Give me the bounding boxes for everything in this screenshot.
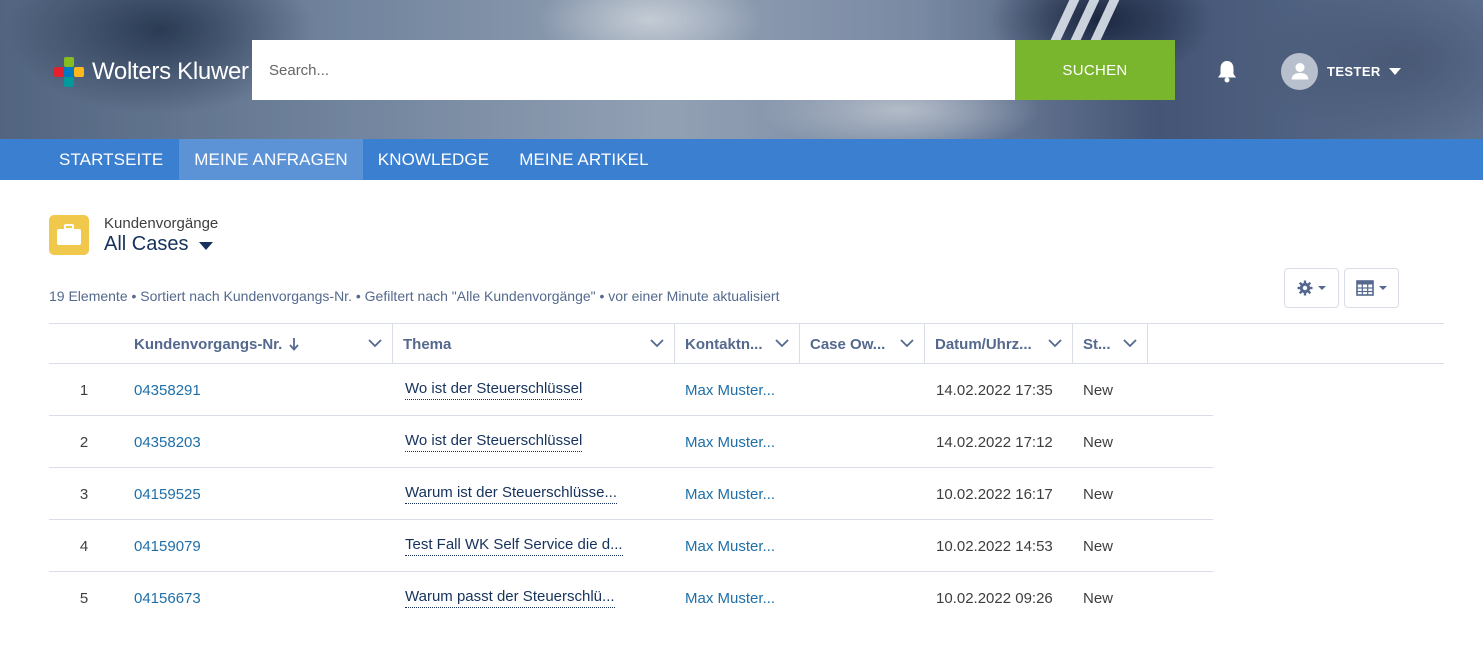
table-header: Kundenvorgangs-Nr. Thema Kontaktn... Cas… (49, 323, 1444, 364)
brand-name: Wolters Kluwer (92, 58, 249, 85)
case-number-link[interactable]: 04358291 (134, 364, 201, 416)
cases-table: Kundenvorgangs-Nr. Thema Kontaktn... Cas… (49, 323, 1444, 624)
caret-down-icon (1379, 286, 1387, 290)
row-number: 4 (79, 537, 89, 555)
column-header-case-number[interactable]: Kundenvorgangs-Nr. (125, 324, 393, 364)
nav-item-startseite[interactable]: STARTSEITE (0, 139, 179, 180)
briefcase-icon (49, 215, 89, 255)
table-row: 4 04159079 Test Fall WK Self Service die… (49, 520, 1213, 572)
contact-link[interactable]: Max Muster... (685, 364, 775, 416)
user-name: TESTER (1327, 63, 1381, 79)
contact-link[interactable]: Max Muster... (685, 468, 775, 520)
list-view-selector[interactable]: All Cases (104, 233, 214, 256)
main-navigation: STARTSEITE MEINE ANFRAGEN KNOWLEDGE MEIN… (0, 139, 1483, 180)
column-header-subject[interactable]: Thema (393, 324, 675, 364)
column-label: Thema (403, 335, 452, 353)
column-header-status[interactable]: St... (1073, 324, 1148, 364)
row-number: 1 (79, 381, 89, 399)
case-number-link[interactable]: 04159525 (134, 468, 201, 520)
subject-text: Test Fall WK Self Service die d... (405, 536, 623, 556)
date-cell: 10.02.2022 09:26 (936, 589, 1053, 607)
user-menu[interactable]: TESTER (1281, 52, 1401, 90)
table-row: 3 04159525 Warum ist der Steuerschlüsse.… (49, 468, 1213, 520)
bell-icon[interactable] (1213, 57, 1241, 85)
table-icon (1356, 280, 1374, 296)
arrow-down-icon (289, 338, 300, 351)
date-cell: 14.02.2022 17:12 (936, 433, 1053, 451)
logo-mark-icon (54, 57, 84, 87)
status-cell: New (1083, 433, 1114, 451)
brand-logo[interactable]: Wolters Kluwer (54, 56, 249, 88)
display-as-button[interactable] (1344, 268, 1399, 308)
chevron-down-icon[interactable] (1123, 338, 1137, 348)
status-cell: New (1083, 381, 1114, 399)
case-number-link[interactable]: 04358203 (134, 416, 201, 468)
column-label: St... (1083, 335, 1111, 353)
chevron-down-icon[interactable] (650, 338, 664, 348)
date-cell: 14.02.2022 17:35 (936, 381, 1053, 399)
contact-link[interactable]: Max Muster... (685, 572, 775, 624)
nav-item-meine-anfragen[interactable]: MEINE ANFRAGEN (179, 139, 363, 180)
subject-text: Wo ist der Steuerschlüssel (405, 380, 583, 400)
chevron-down-icon[interactable] (1048, 338, 1062, 348)
list-settings-button[interactable] (1284, 268, 1339, 308)
case-number-link[interactable]: 04159079 (134, 520, 201, 572)
caret-down-icon (1388, 67, 1401, 75)
list-info: 19 Elemente • Sortiert nach Kundenvorgan… (49, 288, 780, 304)
column-label: Case Ow... (810, 335, 886, 353)
user-avatar-icon (1281, 52, 1318, 90)
subject-text: Warum passt der Steuerschlü... (405, 588, 615, 608)
contact-link[interactable]: Max Muster... (685, 416, 775, 468)
date-cell: 10.02.2022 14:53 (936, 537, 1053, 555)
table-row: 1 04358291 Wo ist der Steuerschlüssel Ma… (49, 364, 1213, 416)
table-body: 1 04358291 Wo ist der Steuerschlüssel Ma… (49, 364, 1444, 624)
subject-text: Wo ist der Steuerschlüssel (405, 432, 583, 452)
case-number-link[interactable]: 04156673 (134, 572, 201, 624)
subject-cell: Wo ist der Steuerschlüssel (405, 416, 583, 468)
row-number: 2 (79, 433, 89, 451)
subject-text: Warum ist der Steuerschlüsse... (405, 484, 618, 504)
table-row: 2 04358203 Wo ist der Steuerschlüssel Ma… (49, 416, 1213, 468)
date-cell: 10.02.2022 16:17 (936, 485, 1053, 503)
row-number: 5 (79, 589, 89, 607)
column-header-case-owner[interactable]: Case Ow... (800, 324, 925, 364)
status-cell: New (1083, 589, 1114, 607)
row-number-header (49, 324, 125, 364)
caret-down-icon (1318, 286, 1326, 290)
column-label: Kundenvorgangs-Nr. (134, 335, 283, 353)
list-view-name: All Cases (104, 233, 189, 255)
subject-cell: Test Fall WK Self Service die d... (405, 520, 623, 572)
contact-link[interactable]: Max Muster... (685, 520, 775, 572)
column-header-contact[interactable]: Kontaktn... (675, 324, 800, 364)
chevron-down-icon[interactable] (368, 338, 382, 348)
nav-item-meine-artikel[interactable]: MEINE ARTIKEL (504, 139, 663, 180)
column-header-date[interactable]: Datum/Uhrz... (925, 324, 1073, 364)
status-cell: New (1083, 485, 1114, 503)
search-input[interactable] (252, 40, 1015, 100)
object-label: Kundenvorgänge (104, 215, 219, 232)
status-cell: New (1083, 537, 1114, 555)
chevron-down-icon[interactable] (900, 338, 914, 348)
column-label: Datum/Uhrz... (935, 335, 1032, 353)
nav-item-knowledge[interactable]: KNOWLEDGE (363, 139, 504, 180)
row-number: 3 (79, 485, 89, 503)
chevron-down-icon[interactable] (775, 338, 789, 348)
subject-cell: Warum passt der Steuerschlü... (405, 572, 615, 624)
subject-cell: Warum ist der Steuerschlüsse... (405, 468, 618, 520)
subject-cell: Wo ist der Steuerschlüssel (405, 364, 583, 416)
caret-down-icon (199, 242, 214, 250)
column-label: Kontaktn... (685, 335, 763, 353)
gear-icon (1297, 280, 1313, 296)
search-button[interactable]: SUCHEN (1015, 40, 1175, 100)
table-row: 5 04156673 Warum passt der Steuerschlü..… (49, 572, 1213, 624)
